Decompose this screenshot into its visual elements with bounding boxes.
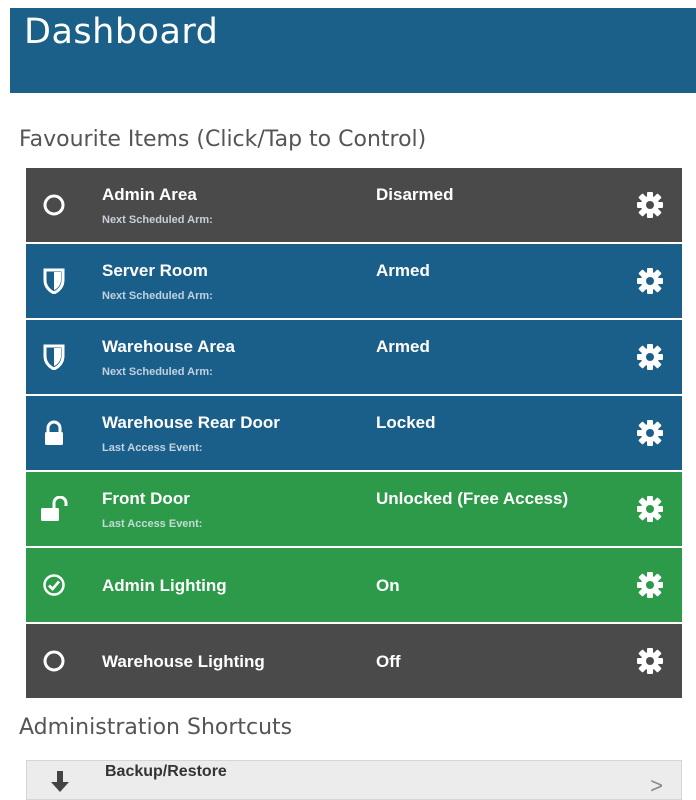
administration-shortcuts-heading: Administration Shortcuts — [19, 715, 293, 740]
item-state: On — [376, 576, 400, 595]
chevron-right-icon: > — [650, 773, 663, 798]
favourite-item-admin-lighting[interactable]: Admin Lighting On — [26, 548, 682, 624]
gear-icon[interactable] — [636, 419, 664, 447]
favourite-item-warehouse-rear-door[interactable]: Warehouse Rear Door Last Access Event: Loc… — [26, 396, 682, 472]
item-state: Off — [376, 652, 401, 671]
page-title: Dashboard — [24, 12, 219, 52]
item-state: Armed — [376, 337, 430, 356]
item-subtext: Next Scheduled Arm: — [102, 366, 213, 378]
circle-icon — [40, 190, 68, 220]
shortcut-backup-restore[interactable]: Backup/Restore > — [26, 760, 682, 800]
item-subtext: Next Scheduled Arm: — [102, 214, 213, 226]
shield-icon — [40, 266, 68, 296]
lock-icon — [40, 418, 68, 448]
gear-icon[interactable] — [636, 571, 664, 599]
favourite-item-server-room[interactable]: Server Room Next Scheduled Arm: Armed — [26, 244, 682, 320]
item-state: Unlocked (Free Access) — [376, 489, 569, 508]
item-state: Disarmed — [376, 185, 454, 204]
item-name: Admin Area — [102, 185, 197, 204]
item-name: Warehouse Rear Door — [102, 413, 280, 432]
favourite-item-warehouse-area[interactable]: Warehouse Area Next Scheduled Arm: Armed — [26, 320, 682, 396]
item-name: Warehouse Lighting — [102, 652, 265, 671]
unlock-icon — [40, 494, 68, 524]
gear-icon[interactable] — [636, 647, 664, 675]
gear-icon[interactable] — [636, 191, 664, 219]
item-subtext: Last Access Event: — [102, 518, 203, 530]
shortcut-label: Backup/Restore — [105, 763, 227, 780]
circle-icon — [40, 646, 68, 676]
item-state: Locked — [376, 413, 436, 432]
favourite-items-list: Admin Area Next Scheduled Arm: Disarmed Ser… — [26, 168, 682, 698]
dashboard-header: Dashboard — [10, 8, 696, 93]
item-name: Admin Lighting — [102, 576, 227, 595]
gear-icon[interactable] — [636, 267, 664, 295]
item-name: Warehouse Area — [102, 337, 235, 356]
favourite-item-warehouse-lighting[interactable]: Warehouse Lighting Off — [26, 624, 682, 698]
item-subtext: Last Access Event: — [102, 442, 203, 454]
item-state: Armed — [376, 261, 430, 280]
item-name: Server Room — [102, 261, 208, 280]
check-circle-icon — [40, 570, 68, 600]
download-icon — [51, 771, 69, 792]
shield-icon — [40, 342, 68, 372]
favourite-item-front-door[interactable]: Front Door Last Access Event: Unlocked (Fr… — [26, 472, 682, 548]
gear-icon[interactable] — [636, 495, 664, 523]
favourite-item-admin-area[interactable]: Admin Area Next Scheduled Arm: Disarmed — [26, 168, 682, 244]
favourite-items-heading: Favourite Items (Click/Tap to Control) — [19, 127, 427, 152]
item-subtext: Next Scheduled Arm: — [102, 290, 213, 302]
item-name: Front Door — [102, 489, 190, 508]
gear-icon[interactable] — [636, 343, 664, 371]
